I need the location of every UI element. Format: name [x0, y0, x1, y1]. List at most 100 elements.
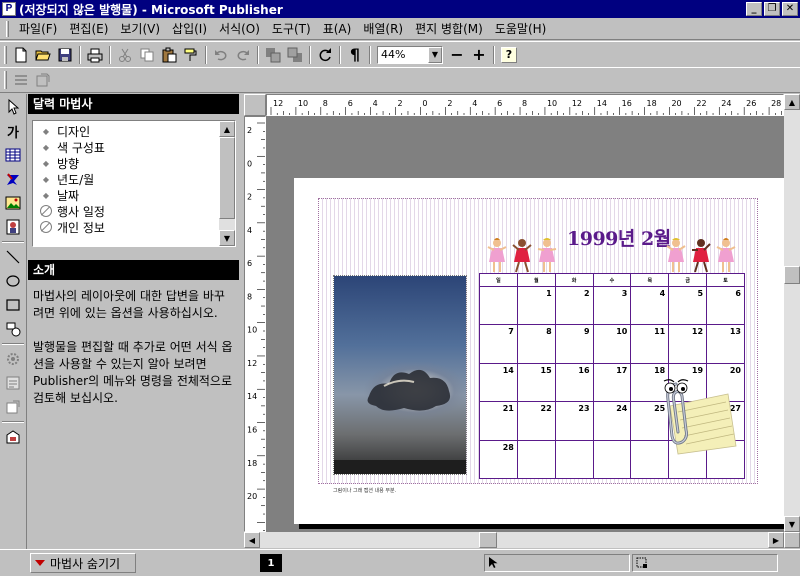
menu-file[interactable]: 파일(F)	[13, 20, 63, 37]
menu-format[interactable]: 서식(O)	[213, 20, 266, 37]
calendar-day-cell[interactable]: 21	[479, 401, 518, 441]
open-button[interactable]	[32, 44, 54, 66]
calendar-day-cell[interactable]: 23	[554, 401, 594, 441]
calendar-day-cell[interactable]: 4	[630, 285, 670, 326]
horizontal-ruler[interactable]: 12 10 8 6 4 2 0 2 4 6 8 10 12 14 16 18 20 22 24 26 28	[266, 94, 784, 116]
picture-frame[interactable]	[333, 275, 467, 475]
cut-button[interactable]	[114, 44, 136, 66]
menu-insert[interactable]: 삽입(I)	[166, 20, 213, 37]
scroll-down-icon[interactable]: ▼	[219, 230, 235, 246]
calendar-day-cell[interactable]: 12	[668, 324, 708, 364]
calendar-day-cell[interactable]: 9	[554, 324, 594, 364]
restore-button[interactable]: ❐	[764, 2, 780, 16]
scroll-left-icon[interactable]: ◀	[244, 532, 260, 548]
calendar-day-cell[interactable]: 17	[592, 362, 632, 403]
calendar-day-cell[interactable]: 16	[554, 362, 594, 403]
copy-button[interactable]	[136, 44, 158, 66]
horizontal-scroll-thumb[interactable]	[479, 532, 497, 548]
scroll-up-icon[interactable]: ▲	[219, 121, 235, 137]
wizard-option-events[interactable]: 행사 일정	[39, 203, 235, 219]
wizard-option-color-scheme[interactable]: ◆ 색 구성표	[39, 139, 235, 155]
vertical-ruler[interactable]: 2 0 2 4 6 8 10 12 14 16 18 20	[244, 116, 266, 532]
zoom-out-button[interactable]: −	[446, 44, 468, 66]
menu-table[interactable]: 표(A)	[317, 20, 358, 37]
wordart-tool[interactable]	[2, 168, 24, 190]
rectangle-tool[interactable]	[2, 294, 24, 316]
new-button[interactable]	[10, 44, 32, 66]
format-painter-button[interactable]	[180, 44, 202, 66]
horizontal-scrollbar[interactable]: ◀ ▶	[244, 532, 784, 548]
scroll-down-icon[interactable]: ▼	[784, 516, 800, 532]
custom-shapes-tool[interactable]	[2, 318, 24, 340]
calendar-day-cell[interactable]: 2	[554, 285, 594, 326]
picture-caption[interactable]: 그림이나 그래 캡션 내용 부분.	[333, 487, 396, 494]
bring-to-front-button[interactable]	[262, 44, 284, 66]
html-code-tool[interactable]	[2, 372, 24, 394]
wizard-option-dates[interactable]: ◆ 날짜	[39, 187, 235, 203]
vertical-scrollbar[interactable]: ▲ ▼	[784, 94, 800, 532]
save-button[interactable]	[54, 44, 76, 66]
menu-tools[interactable]: 도구(T)	[266, 20, 317, 37]
calendar-day-cell[interactable]	[479, 285, 518, 326]
toolbar-grip[interactable]	[4, 45, 7, 64]
calendar-day-cell[interactable]: 22	[516, 401, 556, 441]
calendar-day-cell[interactable]: 6	[706, 285, 745, 326]
menu-mail-merge[interactable]: 편지 병합(M)	[409, 20, 489, 37]
calendar-month-title[interactable]: 1999년 2월	[567, 224, 671, 251]
design-gallery-tool[interactable]	[2, 426, 24, 448]
wizard-option-year-month[interactable]: ◆ 년도/월	[39, 171, 235, 187]
publisher-app-icon[interactable]: P	[2, 2, 16, 16]
text-frame-properties-button[interactable]	[10, 69, 32, 91]
menu-help[interactable]: 도움말(H)	[489, 20, 553, 37]
calendar-day-cell[interactable]: 14	[479, 362, 518, 403]
menu-grip[interactable]	[6, 20, 9, 37]
wizard-option-orientation[interactable]: ◆ 방향	[39, 155, 235, 171]
paste-button[interactable]	[158, 44, 180, 66]
table-frame-tool[interactable]	[2, 144, 24, 166]
calendar-day-cell[interactable]: 10	[592, 324, 632, 364]
calendar-day-cell[interactable]: 1	[516, 285, 556, 326]
scroll-thumb[interactable]	[219, 137, 235, 219]
office-assistant-clippit-icon[interactable]	[650, 376, 740, 456]
help-button[interactable]: ?	[498, 44, 520, 66]
wizard-list-scrollbar[interactable]: ▲ ▼	[219, 121, 235, 246]
wizard-option-design[interactable]: ◆ 디자인	[39, 123, 235, 139]
line-tool[interactable]	[2, 246, 24, 268]
publication-workspace[interactable]: 그림이나 그래 캡션 내용 부분. 1999년 2월 일 월 화 수 목 금 토…	[266, 116, 784, 532]
rotate-button[interactable]	[314, 44, 336, 66]
zoom-select[interactable]: 44% ▼	[377, 45, 443, 64]
calendar-day-cell[interactable]: 7	[479, 324, 518, 364]
calendar-day-cell[interactable]: 11	[630, 324, 670, 364]
calendar-day-cell[interactable]: 13	[706, 324, 745, 364]
hide-wizard-button[interactable]: 마법사 숨기기	[30, 553, 136, 573]
zoom-in-button[interactable]: +	[468, 44, 490, 66]
print-button[interactable]	[84, 44, 106, 66]
wizard-option-personal-info[interactable]: 개인 정보	[39, 219, 235, 235]
show-special-characters-button[interactable]: ¶	[344, 44, 366, 66]
oval-tool[interactable]	[2, 270, 24, 292]
page-navigator-page-1[interactable]: 1	[260, 554, 282, 572]
scroll-up-icon[interactable]: ▲	[784, 94, 800, 110]
calendar-day-cell[interactable]	[516, 439, 556, 480]
calendar-day-cell[interactable]: 15	[516, 362, 556, 403]
calendar-day-cell[interactable]	[554, 439, 594, 480]
minimize-button[interactable]: _	[746, 2, 762, 16]
scroll-right-icon[interactable]: ▶	[768, 532, 784, 548]
chevron-down-icon[interactable]: ▼	[428, 46, 442, 63]
hotspot-tool[interactable]	[2, 396, 24, 418]
close-button[interactable]: ✕	[782, 2, 798, 16]
publication-page[interactable]: 그림이나 그래 캡션 내용 부분. 1999년 2월 일 월 화 수 목 금 토…	[294, 178, 784, 524]
wizard-options-list[interactable]: ◆ 디자인 ◆ 색 구성표 ◆ 방향 ◆ 년도/월 ◆ 날짜 행사 일정 개인 정보 ▲ …	[32, 120, 236, 247]
calendar-day-cell[interactable]: 5	[668, 285, 708, 326]
calendar-day-cell[interactable]: 28	[479, 439, 518, 480]
undo-button[interactable]	[210, 44, 232, 66]
pointer-tool[interactable]	[2, 96, 24, 118]
vertical-scroll-thumb[interactable]	[784, 266, 800, 284]
calendar-day-cell[interactable]: 3	[592, 285, 632, 326]
toolbar-grip[interactable]	[4, 71, 7, 89]
send-to-back-button[interactable]	[284, 44, 306, 66]
picture-frame-tool[interactable]	[2, 192, 24, 214]
clip-gallery-tool[interactable]	[2, 216, 24, 238]
menu-arrange[interactable]: 배열(R)	[357, 20, 409, 37]
calendar-day-cell[interactable]	[592, 439, 632, 480]
